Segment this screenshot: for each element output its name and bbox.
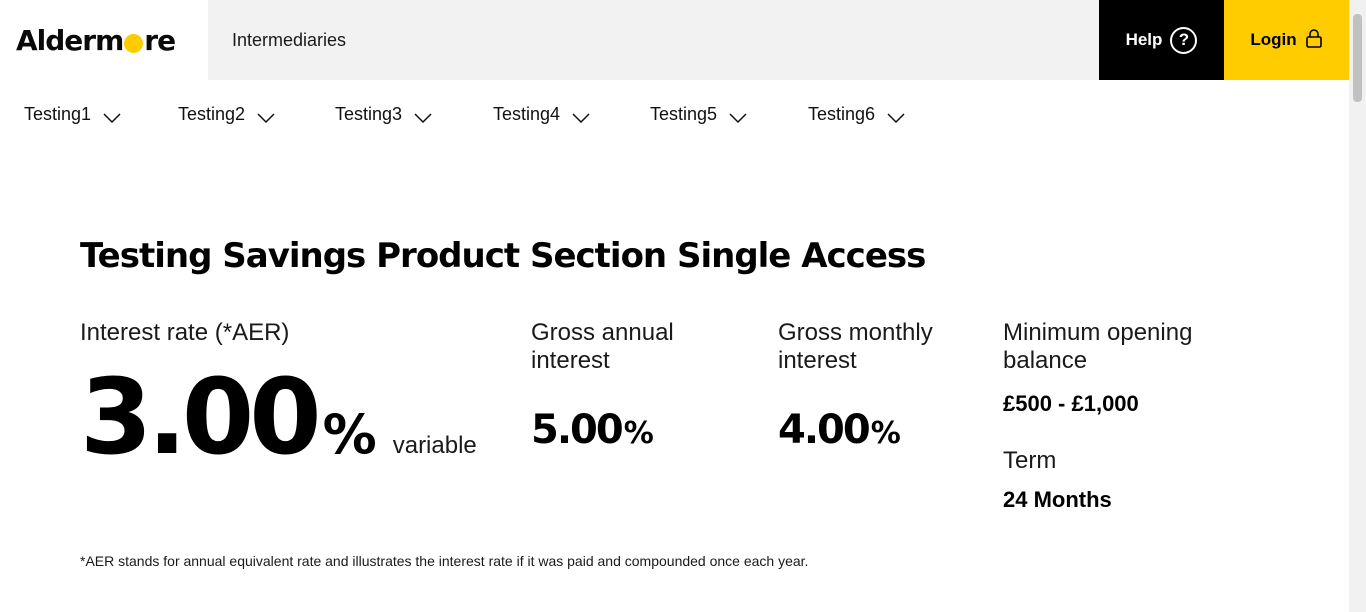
logo-area: Alderm re xyxy=(0,0,208,80)
term-label: Term xyxy=(1003,447,1057,474)
page-scrollbar[interactable] xyxy=(1349,0,1366,612)
gross-annual-label-line2: interest xyxy=(531,347,610,374)
nav-item-testing2[interactable]: Testing2 xyxy=(178,104,335,125)
nav-item-label: Testing5 xyxy=(650,104,718,124)
gross-annual-percent: % xyxy=(623,416,654,451)
main-nav: Testing1 Testing2 Testing3 Testing4 Test… xyxy=(24,104,948,125)
nav-item-label: Testing2 xyxy=(178,104,246,124)
gross-monthly-value-group: 4.00% xyxy=(778,407,933,453)
login-button[interactable]: Login xyxy=(1224,0,1349,80)
nav-item-label: Testing3 xyxy=(335,104,403,124)
logo-text-left: Alderm xyxy=(16,23,124,57)
gross-annual-label-line1: Gross annual xyxy=(531,319,674,346)
lock-icon xyxy=(1305,28,1323,53)
chevron-down-icon xyxy=(572,112,590,123)
nav-item-testing5[interactable]: Testing5 xyxy=(650,104,808,125)
min-balance-value: £500 - £1,000 xyxy=(1003,391,1139,416)
help-button[interactable]: Help ? xyxy=(1099,0,1224,80)
interest-rate-block: Interest rate (*AER) xyxy=(80,319,289,347)
nav-item-testing6[interactable]: Testing6 xyxy=(808,104,948,125)
chevron-down-icon xyxy=(729,112,747,123)
gross-monthly-percent: % xyxy=(870,416,901,451)
interest-rate-label: Interest rate (*AER) xyxy=(80,319,290,346)
nav-item-testing1[interactable]: Testing1 xyxy=(24,104,178,125)
aer-footnote: *AER stands for annual equivalent rate a… xyxy=(80,553,809,569)
chevron-down-icon xyxy=(414,112,432,123)
header-tagline-area: Intermediaries xyxy=(208,0,1099,80)
scrollbar-thumb[interactable] xyxy=(1353,14,1362,102)
term-value: 24 Months xyxy=(1003,487,1112,512)
gross-monthly-label-line2: interest xyxy=(778,347,857,374)
nav-item-label: Testing4 xyxy=(493,104,561,124)
nav-item-testing3[interactable]: Testing3 xyxy=(335,104,493,125)
chevron-down-icon xyxy=(257,112,275,123)
gross-annual-block: Gross annual interest 5.00% xyxy=(531,319,674,453)
interest-rate-percent: % xyxy=(322,403,377,466)
gross-monthly-block: Gross monthly interest 4.00% xyxy=(778,319,933,453)
header-tagline[interactable]: Intermediaries xyxy=(232,30,346,51)
logo-dot-icon xyxy=(124,33,144,53)
page-title: Testing Savings Product Section Single A… xyxy=(80,236,926,276)
nav-item-label: Testing6 xyxy=(808,104,876,124)
help-label: Help xyxy=(1125,30,1163,49)
chevron-down-icon xyxy=(887,112,905,123)
gross-monthly-value: 4.00 xyxy=(778,407,871,453)
chevron-down-icon xyxy=(103,112,121,123)
gross-monthly-label-line1: Gross monthly xyxy=(778,319,933,346)
question-circle-icon: ? xyxy=(1170,26,1198,54)
min-balance-label-line1: Minimum opening xyxy=(1003,319,1193,346)
aldermore-logo[interactable]: Alderm re xyxy=(16,23,176,57)
gross-annual-value-group: 5.00% xyxy=(531,407,674,453)
interest-rate-type: variable xyxy=(392,432,477,459)
nav-item-testing4[interactable]: Testing4 xyxy=(493,104,650,125)
interest-rate-value: 3.00 xyxy=(80,356,322,478)
login-label: Login xyxy=(1250,30,1297,49)
logo-text-right: re xyxy=(144,23,176,57)
gross-annual-value: 5.00 xyxy=(531,407,624,453)
nav-item-label: Testing1 xyxy=(24,104,92,124)
min-balance-block: Minimum opening balance £500 - £1,000 Te… xyxy=(1003,319,1192,513)
interest-rate-value-group: 3.00 % variable xyxy=(80,352,477,482)
site-header: Alderm re Intermediaries Help ? Login xyxy=(0,0,1349,80)
min-balance-label-line2: balance xyxy=(1003,347,1088,374)
